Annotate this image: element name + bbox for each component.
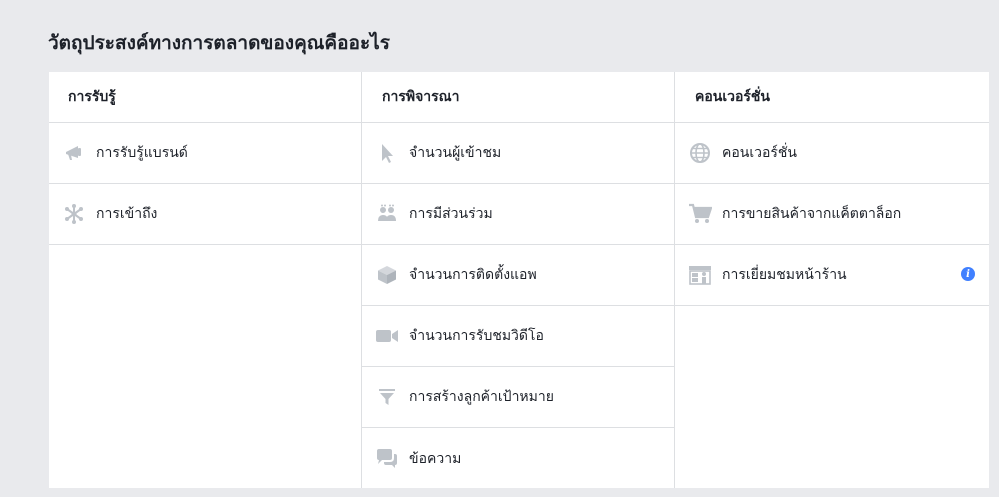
objective-reach[interactable]: การเข้าถึง: [49, 184, 361, 245]
page-title: วัตถุประสงค์ทางการตลาดของคุณคืออะไร: [48, 32, 390, 54]
objective-label: จำนวนการรับชมวิดีโอ: [409, 328, 544, 344]
cursor-icon: [375, 141, 399, 165]
globe-icon: [688, 141, 712, 165]
cube-icon: [375, 263, 399, 287]
column-conversion: คอนเวอร์ชั่น คอนเวอร์ชั่น การขายสินค้าจา…: [675, 72, 989, 488]
column-header-awareness: การรับรู้: [49, 72, 361, 123]
objective-messages[interactable]: ข้อความ: [362, 428, 674, 489]
objective-label: การเยี่ยมชมหน้าร้าน: [722, 267, 847, 283]
objective-engagement[interactable]: การมีส่วนร่วม: [362, 184, 674, 245]
objective-catalog-sales[interactable]: การขายสินค้าจากแค็ตตาล็อก: [675, 184, 989, 245]
objective-label: จำนวนการติดตั้งแอพ: [409, 267, 537, 283]
objective-label: ข้อความ: [409, 450, 462, 467]
objective-store-visits[interactable]: การเยี่ยมชมหน้าร้าน i: [675, 245, 989, 306]
video-camera-icon: [375, 324, 399, 348]
people-icon: [375, 202, 399, 226]
funnel-icon: [375, 385, 399, 409]
objective-app-installs[interactable]: จำนวนการติดตั้งแอพ: [362, 245, 674, 306]
objective-label: การรับรู้แบรนด์: [96, 145, 188, 161]
objective-lead-generation[interactable]: การสร้างลูกค้าเป้าหมาย: [362, 367, 674, 428]
objective-label: การขายสินค้าจากแค็ตตาล็อก: [722, 206, 902, 222]
info-icon[interactable]: i: [961, 267, 975, 281]
column-header-consideration: การพิจารณา: [362, 72, 674, 123]
chat-bubbles-icon: [375, 447, 399, 471]
objective-panel: การรับรู้ การรับรู้แบรนด์ การเข้าถึง การ…: [49, 72, 989, 488]
objective-label: การเข้าถึง: [96, 206, 158, 222]
objective-label: การมีส่วนร่วม: [409, 206, 493, 222]
megaphone-icon: [62, 141, 86, 165]
objective-conversions[interactable]: คอนเวอร์ชั่น: [675, 123, 989, 184]
column-awareness: การรับรู้ การรับรู้แบรนด์ การเข้าถึง: [49, 72, 362, 488]
column-header-conversion: คอนเวอร์ชั่น: [675, 72, 989, 123]
objective-video-views[interactable]: จำนวนการรับชมวิดีโอ: [362, 306, 674, 367]
objective-brand-awareness[interactable]: การรับรู้แบรนด์: [49, 123, 361, 184]
reach-burst-icon: [62, 202, 86, 226]
objective-traffic[interactable]: จำนวนผู้เข้าชม: [362, 123, 674, 184]
storefront-icon: [688, 263, 712, 287]
shopping-cart-icon: [688, 202, 712, 226]
objective-label: จำนวนผู้เข้าชม: [409, 145, 502, 161]
objective-label: คอนเวอร์ชั่น: [722, 145, 797, 161]
objective-label: การสร้างลูกค้าเป้าหมาย: [409, 389, 554, 405]
column-consideration: การพิจารณา จำนวนผู้เข้าชม การมีส่วนร่วม …: [362, 72, 675, 488]
